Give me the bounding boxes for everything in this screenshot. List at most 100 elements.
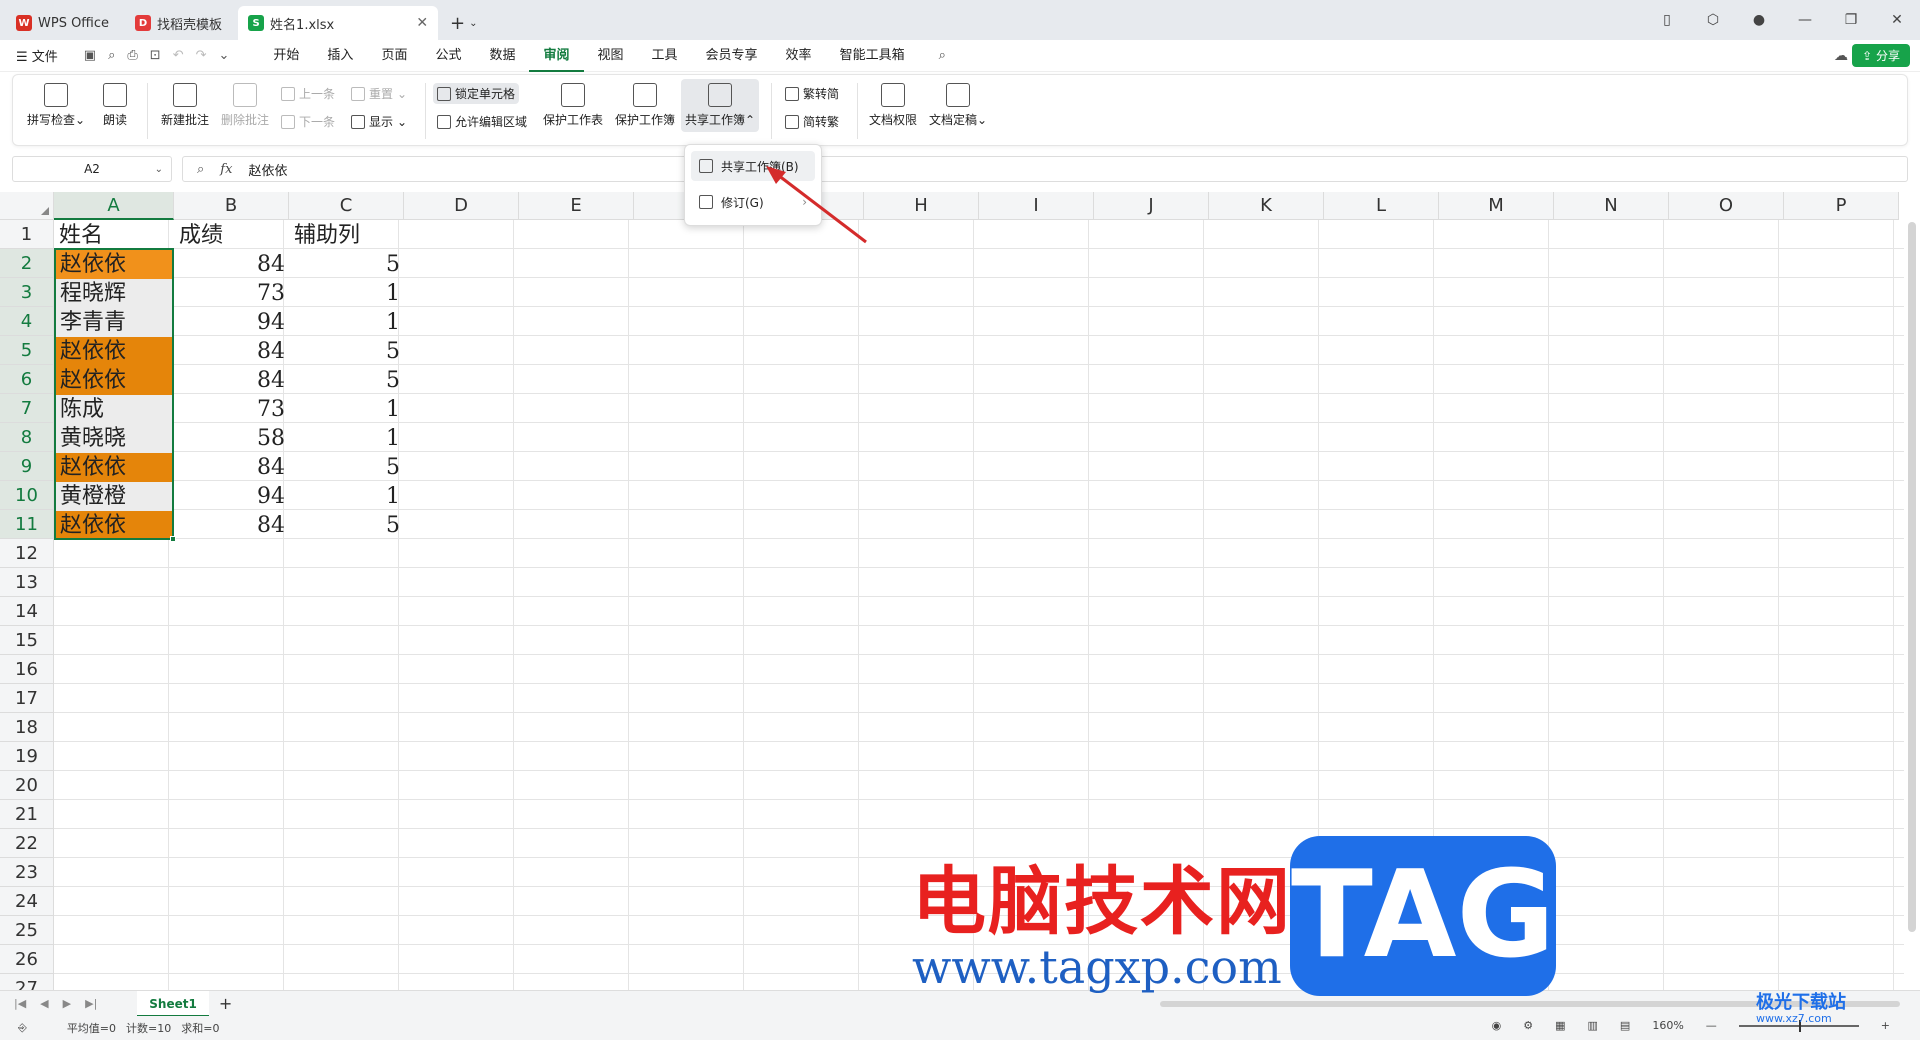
row-header[interactable]: 1 (0, 220, 54, 249)
cell[interactable]: 1 (290, 482, 404, 511)
file-menu[interactable]: ☰ 文件 (16, 46, 58, 65)
spell-check-button[interactable]: 拼写检查⌄ (27, 83, 85, 128)
tab-data[interactable]: 数据 (475, 40, 529, 72)
select-all-corner[interactable] (0, 192, 54, 220)
zoom-icon[interactable]: ⌕ (197, 162, 204, 177)
row-header[interactable]: 11 (0, 510, 54, 539)
eye-protect-icon[interactable]: ◉ (1492, 1019, 1502, 1032)
tab-formula[interactable]: 公式 (421, 40, 475, 72)
cell[interactable]: 陈成 (56, 395, 174, 424)
redo-icon[interactable]: ↷ (196, 48, 207, 63)
cell[interactable]: 84 (175, 337, 289, 366)
tab-smart-toolbox[interactable]: 智能工具箱 (826, 40, 919, 72)
vertical-scrollbar[interactable] (1908, 222, 1916, 932)
name-box[interactable]: A2 ⌄ (12, 156, 172, 182)
row-header[interactable]: 22 (0, 829, 54, 858)
print-preview-icon[interactable]: ⊡ (150, 48, 161, 63)
chevron-down-icon[interactable]: ⌄ (155, 164, 163, 175)
zoom-level[interactable]: 160% (1652, 1019, 1683, 1032)
minimize-icon[interactable]: — (1782, 12, 1828, 28)
row-header[interactable]: 3 (0, 278, 54, 307)
tab-insert[interactable]: 插入 (313, 40, 367, 72)
row-header[interactable]: 2 (0, 249, 54, 278)
cell[interactable]: 84 (175, 250, 289, 279)
row-header[interactable]: 21 (0, 800, 54, 829)
reset-button[interactable]: 重置 ⌄ (351, 85, 407, 102)
row-header[interactable]: 9 (0, 452, 54, 481)
show-button[interactable]: 显示 ⌄ (351, 113, 407, 130)
cell[interactable]: 赵依依 (56, 453, 174, 482)
row-header[interactable]: 23 (0, 858, 54, 887)
cell[interactable]: 程晓辉 (56, 279, 174, 308)
read-aloud-button[interactable]: 朗读 (103, 83, 127, 128)
column-header[interactable]: B (174, 192, 289, 220)
cell[interactable]: 5 (290, 366, 404, 395)
share-button[interactable]: ⇪ 分享 (1852, 44, 1910, 67)
restore-icon[interactable]: ❐ (1828, 12, 1874, 28)
row-header[interactable]: 18 (0, 713, 54, 742)
cell[interactable]: 赵依依 (56, 250, 174, 279)
column-header[interactable]: O (1669, 192, 1784, 220)
to-traditional-button[interactable]: 简转繁 (785, 113, 839, 130)
add-sheet-button[interactable]: + (219, 994, 232, 1013)
column-header[interactable]: A (54, 192, 174, 220)
row-header[interactable]: 25 (0, 916, 54, 945)
column-header[interactable]: E (519, 192, 634, 220)
tab-member[interactable]: 会员专享 (692, 40, 772, 72)
cell[interactable]: 辅助列 (290, 221, 404, 250)
cell[interactable]: 73 (175, 395, 289, 424)
tab-view[interactable]: 视图 (584, 40, 638, 72)
row-header[interactable]: 10 (0, 481, 54, 510)
page-view-icon[interactable]: ▤ (1620, 1019, 1630, 1032)
row-header[interactable]: 27 (0, 974, 54, 990)
search-icon[interactable]: ⌕ (939, 48, 946, 63)
save-icon[interactable]: ▣ (84, 48, 96, 63)
cell[interactable]: 赵依依 (56, 511, 174, 540)
reading-view-icon[interactable]: ▥ (1588, 1019, 1598, 1032)
column-header[interactable]: M (1439, 192, 1554, 220)
row-header[interactable]: 8 (0, 423, 54, 452)
undo-icon[interactable]: ↶ (173, 48, 184, 63)
protect-workbook-button[interactable]: 保护工作簿 (615, 83, 675, 128)
column-header[interactable]: C (289, 192, 404, 220)
chevron-down-icon[interactable]: ⌄ (219, 48, 230, 63)
tab-wps-office[interactable]: W WPS Office (6, 6, 119, 40)
next-sheet-icon[interactable]: ▶ (63, 997, 71, 1010)
doc-permission-button[interactable]: 文档权限 (869, 83, 917, 128)
format-painter-icon[interactable]: ⌕ (108, 48, 115, 63)
row-header[interactable]: 14 (0, 597, 54, 626)
row-header[interactable]: 6 (0, 365, 54, 394)
cell[interactable]: 94 (175, 482, 289, 511)
tab-docer-templates[interactable]: D 找稻壳模板 (125, 6, 232, 40)
row-header[interactable]: 17 (0, 684, 54, 713)
first-sheet-icon[interactable]: |◀ (14, 997, 26, 1010)
column-header[interactable]: D (404, 192, 519, 220)
layout-icon[interactable]: ▯ (1644, 12, 1690, 28)
new-tab-button[interactable]: + ⌄ (450, 6, 477, 40)
avatar[interactable]: ● (1736, 12, 1782, 28)
new-comment-button[interactable]: 新建批注 (161, 83, 209, 128)
column-header[interactable]: J (1094, 192, 1209, 220)
row-header[interactable]: 12 (0, 539, 54, 568)
cell[interactable]: 84 (175, 453, 289, 482)
share-workbook-button[interactable]: 共享工作簿⌃ (681, 79, 760, 132)
close-icon[interactable]: ✕ (416, 15, 428, 31)
row-header[interactable]: 16 (0, 655, 54, 684)
chevron-down-icon[interactable]: ⌄ (469, 18, 477, 29)
lock-cell-button[interactable]: 锁定单元格 (433, 83, 520, 104)
column-header[interactable]: P (1784, 192, 1899, 220)
row-header[interactable]: 15 (0, 626, 54, 655)
row-header[interactable]: 13 (0, 568, 54, 597)
tab-document[interactable]: S 姓名1.xlsx ✕ (238, 6, 439, 40)
cell[interactable]: 1 (290, 279, 404, 308)
close-window-icon[interactable]: ✕ (1874, 12, 1920, 28)
doc-finalize-button[interactable]: 文档定稿⌄ (929, 83, 987, 128)
cell[interactable]: 73 (175, 279, 289, 308)
cell[interactable]: 94 (175, 308, 289, 337)
cell[interactable]: 5 (290, 337, 404, 366)
cell[interactable]: 84 (175, 366, 289, 395)
next-comment-button[interactable]: 下一条 (281, 113, 335, 130)
prev-comment-button[interactable]: 上一条 (281, 85, 335, 102)
cell[interactable]: 5 (290, 250, 404, 279)
allow-edit-range-button[interactable]: 允许编辑区域 (437, 113, 527, 130)
